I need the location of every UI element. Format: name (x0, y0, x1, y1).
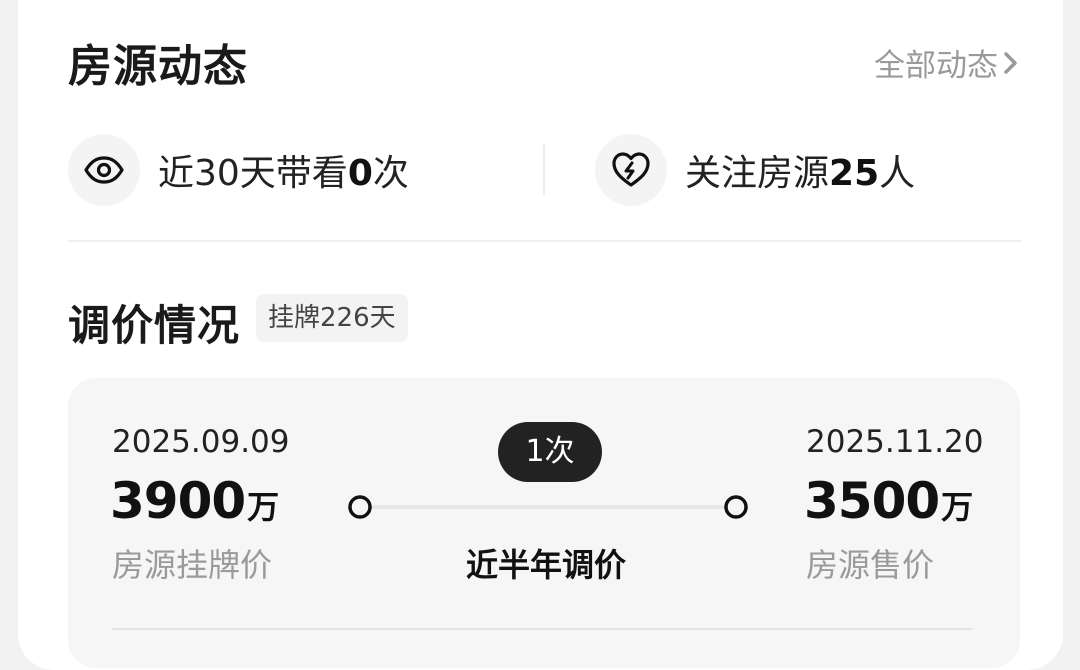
price-timeline (348, 495, 748, 519)
end-price-label: 房源售价 (806, 546, 935, 584)
timeline-end-dot (724, 495, 748, 519)
end-price-unit: 万 (941, 488, 974, 526)
followers-unit: 人 (879, 153, 916, 194)
stats-row: 近30天带看0次 关注房源25人 (68, 133, 1023, 207)
section-title: 房源动态 (68, 41, 248, 92)
viewings-stat: 近30天带看0次 (68, 133, 409, 207)
end-date: 2025.11.20 (806, 424, 984, 460)
end-price: 3500万 (804, 472, 973, 530)
start-date: 2025.09.09 (112, 424, 290, 460)
all-dynamics-link[interactable]: 全部动态 (874, 40, 1020, 85)
panel-divider (112, 628, 972, 630)
eye-icon (68, 134, 140, 206)
start-price: 3900万 (110, 472, 279, 530)
start-price-value: 3900 (110, 472, 246, 530)
viewings-label: 近30天带看 (158, 153, 348, 194)
end-price-value: 3500 (804, 472, 940, 530)
stats-divider (543, 143, 545, 195)
followers-stat: 关注房源25人 (595, 133, 915, 207)
viewings-text: 近30天带看0次 (158, 144, 409, 196)
period-label: 近半年调价 (466, 546, 627, 584)
price-changes-title: 调价情况 (68, 301, 241, 350)
start-price-label: 房源挂牌价 (112, 546, 273, 584)
all-dynamics-label: 全部动态 (874, 48, 998, 84)
followers-label: 关注房源 (685, 153, 830, 194)
change-count-badge: 1次 (498, 422, 602, 482)
followers-text: 关注房源25人 (685, 144, 915, 196)
timeline-start-dot (348, 495, 372, 519)
viewings-unit: 次 (372, 153, 409, 194)
chevron-right-icon (1004, 51, 1017, 74)
viewings-count: 0 (347, 153, 373, 194)
heart-icon (595, 134, 667, 206)
listing-days-badge: 挂牌226天 (256, 294, 408, 342)
section-divider (68, 240, 1021, 242)
followers-count: 25 (829, 153, 880, 194)
start-price-unit: 万 (247, 488, 280, 526)
